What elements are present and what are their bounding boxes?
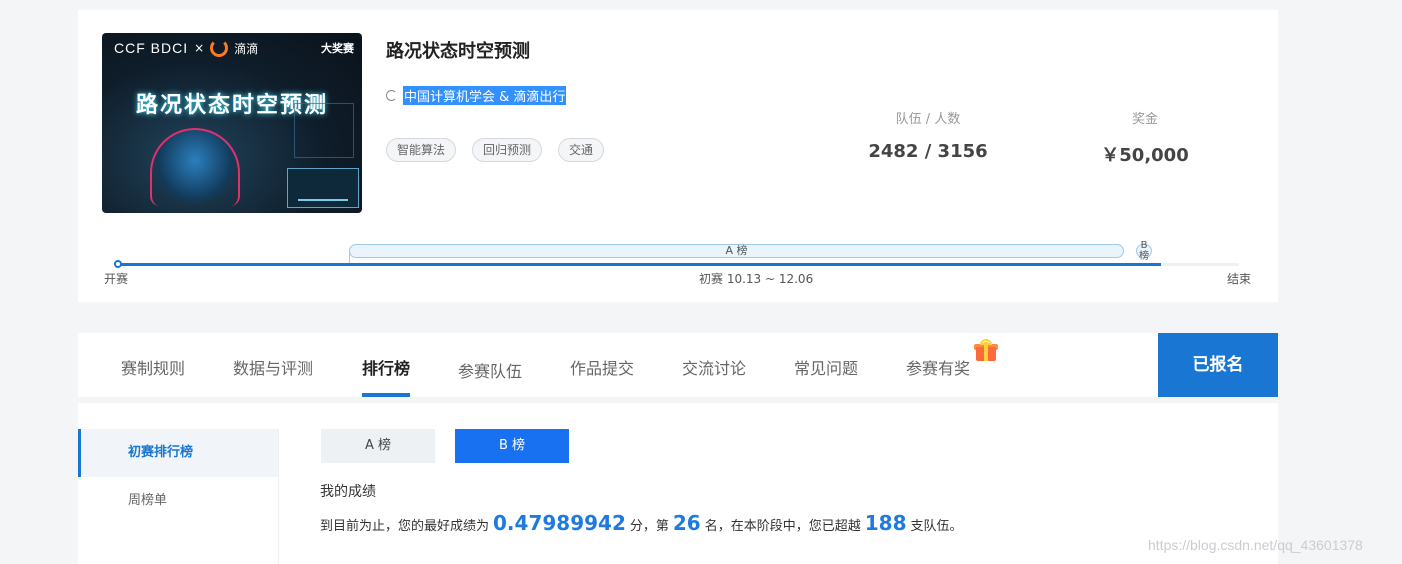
my-score-summary: 到目前为止，您的最好成绩为 0.47989942 分，第 26 名，在本阶段中，您已超越… [320,511,963,535]
my-score-heading: 我的成绩 [320,484,376,500]
tab-discussion[interactable]: 交流讨论 [682,355,746,379]
timeline-stage-a: A 榜 [349,244,1124,258]
tag[interactable]: 智能算法 [386,138,457,162]
hud-panel-icon [294,103,354,158]
timeline-stage-b: B 榜 [1139,240,1149,262]
prize-stat: 奖金 ￥50,000 [1075,108,1215,167]
timeline-start-dot [114,260,122,268]
sidebar-item-prelim-ranking[interactable]: 初赛排行榜 [78,429,278,477]
competition-title: 路况状态时空预测 [386,41,530,62]
registered-button[interactable]: 已报名 [1158,333,1278,397]
times-sign: × [194,41,205,55]
timeline-end-label: 结束 [1227,272,1252,286]
loading-icon [386,90,397,101]
leaderboard-panel: 初赛排行榜 周榜单 A 榜 B 榜 我的成绩 到目前为止，您的最好成绩为 0.47… [78,403,1278,564]
car-illustration-icon [150,128,240,206]
tab-teams[interactable]: 参赛队伍 [458,358,522,382]
board-b-button[interactable]: B 榜 [455,429,569,463]
competition-banner[interactable]: CCF BDCI × 滴滴 大奖赛 路况状态时空预测 [102,33,362,213]
competition-header: CCF BDCI × 滴滴 大奖赛 路况状态时空预测 路况状态时空预测 中国计算… [78,10,1278,302]
tab-rules[interactable]: 赛制规则 [121,355,185,379]
tab-submission[interactable]: 作品提交 [570,355,634,379]
didi-text: 滴滴 [234,41,259,56]
tag-list: 智能算法 回归预测 交通 [386,138,605,162]
leaderboard-sidebar: 初赛排行榜 周榜单 [78,429,279,564]
prize-label: 奖金 [1131,112,1158,127]
teams-value: 2482 / 3156 [868,141,988,162]
didi-logo-icon [210,39,229,57]
tag[interactable]: 交通 [558,138,605,162]
ccf-logo: CCF BDCI [114,40,189,56]
tab-data-evaluation[interactable]: 数据与评测 [233,355,313,379]
gift-icon [974,339,998,361]
competition-tabs: 赛制规则 数据与评测 排行榜 参赛队伍 作品提交 交流讨论 常见问题 参赛有奖 … [78,333,1278,397]
timeline-progress [118,263,1161,266]
summary-mid1: 分，第 [629,519,669,534]
tag[interactable]: 回归预测 [472,138,543,162]
summary-suffix: 支队伍。 [910,519,963,534]
timeline-start-label: 开赛 [104,272,129,286]
summary-prefix: 到目前为止，您的最好成绩为 [320,519,490,534]
summary-mid2: 名，在本阶段中，您已超越 [704,519,861,534]
tab-faq[interactable]: 常见问题 [794,355,858,379]
best-score: 0.47989942 [493,511,626,535]
organizer-name[interactable]: 中国计算机学会 & 滴滴出行 [403,86,567,105]
sidebar-item-weekly[interactable]: 周榜单 [78,477,278,525]
rank-value: 26 [672,511,701,535]
board-a-button[interactable]: A 榜 [321,429,435,463]
tab-prizes[interactable]: 参赛有奖 [906,355,970,379]
watermark: https://blog.csdn.net/qq_43601378 [1148,537,1363,553]
timeline-prelim-label: 初赛 10.13 ~ 12.06 [699,272,814,286]
teams-stat: 队伍 / 人数 2482 / 3156 [858,108,998,162]
organizer: 中国计算机学会 & 滴滴出行 [386,86,567,105]
road-screen-icon [287,168,359,208]
active-tab-indicator [362,393,410,397]
banner-badge: 大奖赛 [321,42,354,55]
surpassed-count: 188 [864,511,907,535]
prize-value: ￥50,000 [1101,145,1189,166]
teams-label: 队伍 / 人数 [895,112,961,127]
banner-logos: CCF BDCI × 滴滴 大奖赛 [102,33,362,63]
tab-leaderboard[interactable]: 排行榜 [362,355,410,379]
